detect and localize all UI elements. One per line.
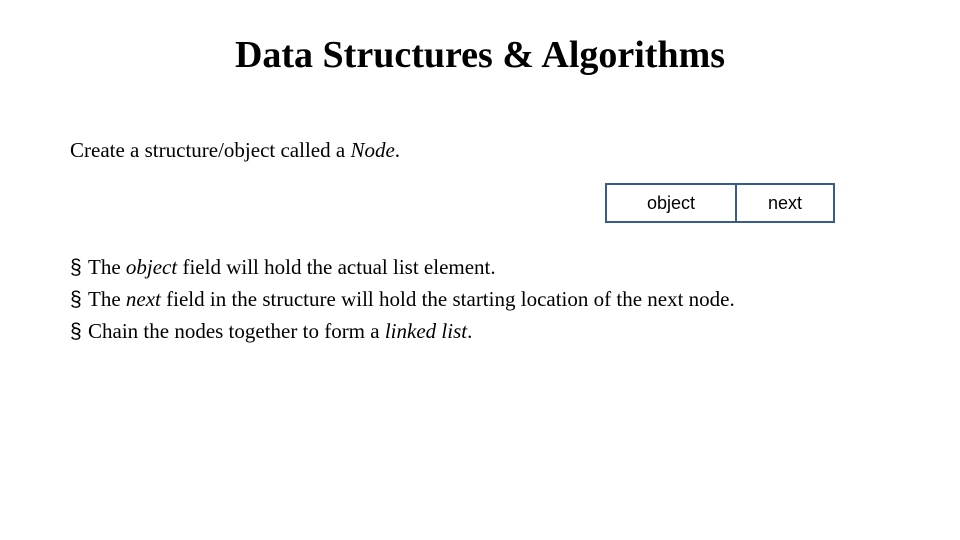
intro-line: Create a structure/object called a Node. [70,138,400,163]
bullet-after: field in the structure will hold the sta… [161,287,735,311]
intro-prefix: Create a structure/object called a [70,138,350,162]
page-title: Data Structures & Algorithms [0,33,960,77]
slide: Data Structures & Algorithms Create a st… [0,0,960,540]
bullet-list: § The object field will hold the actual … [70,253,735,348]
node-field-object: object [605,183,735,223]
bullet-text: The object field will hold the actual li… [88,253,735,283]
intro-node-word: Node [350,138,394,162]
list-item: § Chain the nodes together to form a lin… [70,317,735,347]
bullet-before: The [88,287,126,311]
node-diagram: object next [605,183,835,223]
list-item: § The next field in the structure will h… [70,285,735,315]
bullet-after: . [467,319,472,343]
intro-suffix: . [395,138,400,162]
list-item: § The object field will hold the actual … [70,253,735,283]
bullet-em: next [126,287,161,311]
bullet-marker-icon: § [70,285,88,315]
bullet-before: Chain the nodes together to form a [88,319,385,343]
bullet-text: The next field in the structure will hol… [88,285,735,315]
node-field-next: next [735,183,835,223]
bullet-em: linked list [385,319,467,343]
bullet-em: object [126,255,177,279]
bullet-marker-icon: § [70,317,88,347]
bullet-marker-icon: § [70,253,88,283]
bullet-after: field will hold the actual list element. [177,255,495,279]
bullet-before: The [88,255,126,279]
bullet-text: Chain the nodes together to form a linke… [88,317,735,347]
